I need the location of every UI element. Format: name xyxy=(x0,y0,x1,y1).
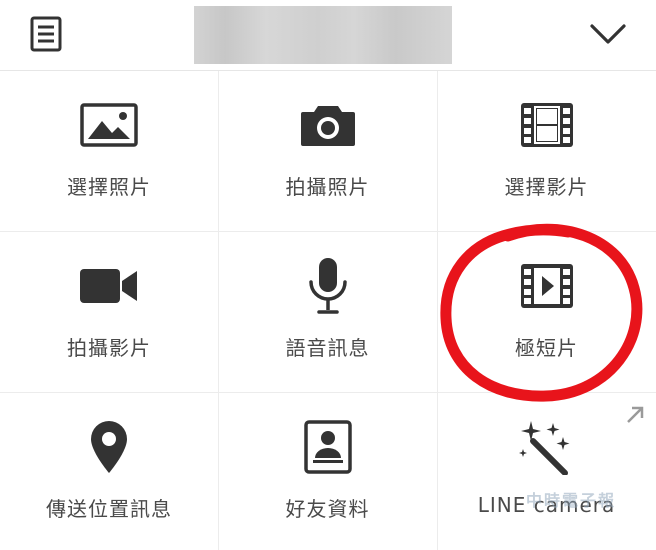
record-video-button[interactable]: 拍攝影片 xyxy=(0,232,218,392)
watermark: 中時電子報 xyxy=(525,491,616,510)
magic-wand-icon xyxy=(518,421,569,475)
chevron-down-icon xyxy=(590,24,626,44)
friend-profile-label: 好友資料 xyxy=(285,497,370,521)
film-play-icon xyxy=(520,264,573,308)
expand-arrow-icon xyxy=(627,406,644,423)
location-pin-icon xyxy=(91,421,127,473)
send-location-label: 傳送位置訊息 xyxy=(46,497,172,521)
select-video-label: 選擇影片 xyxy=(504,175,589,199)
take-photo-label: 拍攝照片 xyxy=(285,175,370,199)
notes-icon xyxy=(30,16,62,52)
short-video-label: 極短片 xyxy=(515,336,578,360)
friend-profile-button[interactable]: 好友資料 xyxy=(218,393,437,550)
contact-book-icon xyxy=(303,420,352,474)
select-video-button[interactable]: 選擇影片 xyxy=(437,71,656,231)
take-photo-button[interactable]: 拍攝照片 xyxy=(218,71,437,231)
select-photo-button[interactable]: 選擇照片 xyxy=(0,71,218,231)
microphone-icon xyxy=(308,258,347,314)
collapse-menu-button[interactable] xyxy=(584,12,632,56)
notes-button[interactable] xyxy=(22,12,70,56)
select-photo-label: 選擇照片 xyxy=(67,175,151,199)
send-location-button[interactable]: 傳送位置訊息 xyxy=(0,393,218,550)
image-icon xyxy=(80,103,138,147)
camera-icon xyxy=(300,106,355,146)
short-video-button[interactable]: 極短片 xyxy=(437,232,656,392)
voice-message-label: 語音訊息 xyxy=(285,336,370,360)
video-camera-icon xyxy=(80,269,137,303)
header-bar xyxy=(0,0,656,71)
voice-message-button[interactable]: 語音訊息 xyxy=(218,232,437,392)
record-video-label: 拍攝影片 xyxy=(67,336,151,360)
attachment-grid: 選擇照片 拍攝照片 選擇影片 拍攝影片 語音訊息 極短片 傳送位置訊息 好友資料… xyxy=(0,71,656,550)
film-icon xyxy=(520,103,573,147)
chat-title-blurred xyxy=(194,6,452,64)
